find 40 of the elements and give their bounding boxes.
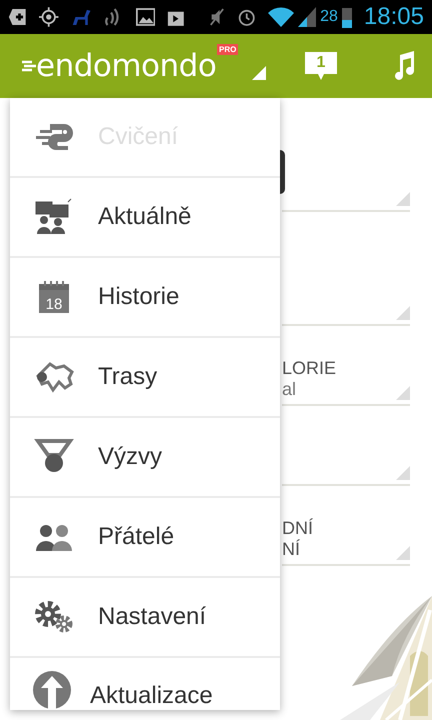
menu-item[interactable]: Trasy	[10, 338, 280, 418]
dropdown-arrow-icon	[396, 306, 410, 320]
status-time: 18:05	[364, 3, 424, 31]
calendar-icon	[39, 280, 69, 313]
speed-lines-icon	[22, 59, 36, 73]
image-icon	[136, 7, 156, 27]
dropdown-field[interactable]: LORIE al	[282, 326, 410, 406]
battery-icon	[342, 6, 352, 28]
field-label: LORIE	[282, 358, 336, 379]
friends-icon	[34, 523, 74, 551]
menu-item[interactable]: Nastavení	[10, 578, 280, 658]
wifi-icon	[268, 7, 294, 27]
menu-item[interactable]: Aktualizace	[10, 658, 280, 710]
medal-icon	[34, 439, 74, 475]
dropdown-field[interactable]: DNÍ NÍ	[282, 486, 410, 566]
field-label: DNÍ	[282, 518, 313, 539]
dropdown-arrow-icon	[396, 192, 410, 206]
menu-item[interactable]: Přátelé	[10, 498, 280, 578]
battery-percent: 28	[320, 8, 338, 26]
calendar-day: 18	[46, 296, 62, 313]
mute-icon	[208, 6, 225, 28]
menu-item[interactable]: Aktuálně	[10, 178, 280, 258]
notification-count: 1	[316, 53, 326, 73]
dropdown-arrow-icon	[396, 386, 410, 400]
dropdown-arrow-icon	[396, 466, 410, 480]
map-route-icon	[34, 360, 74, 394]
add-icon	[8, 6, 28, 28]
chat-people-icon	[34, 198, 74, 236]
pro-badge: PRO	[216, 44, 238, 55]
dropdown-corner-icon[interactable]	[252, 66, 266, 80]
field-value: NÍ	[282, 539, 300, 560]
menu-item[interactable]: 18 Historie	[10, 258, 280, 338]
gps-icon	[39, 6, 59, 28]
start-button[interactable]	[280, 150, 285, 194]
field-value: al	[282, 379, 296, 400]
music-icon[interactable]	[392, 51, 416, 81]
dropdown-arrow-icon	[396, 546, 410, 560]
gears-icon	[34, 600, 74, 634]
signal-icon	[298, 7, 316, 27]
menu-item[interactable]: Výzvy	[10, 418, 280, 498]
